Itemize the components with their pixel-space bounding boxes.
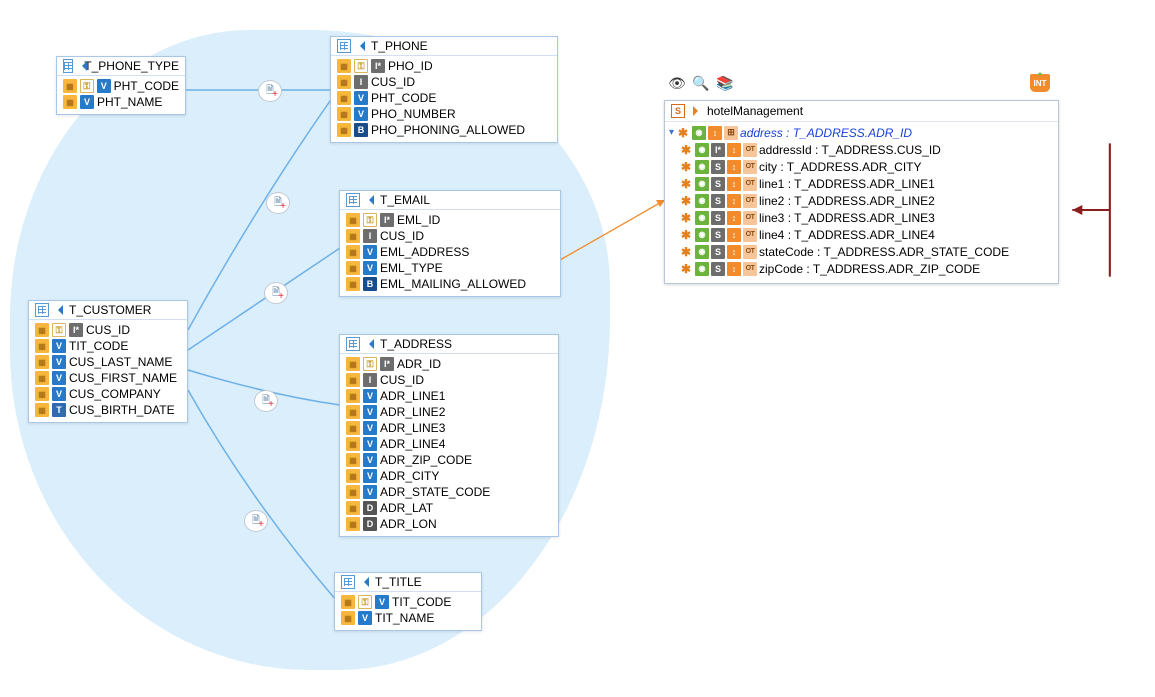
entity-columns: I*EML_ID ICUS_ID VEML_ADDRESS VEML_TYPE … [340,210,560,296]
panel-item[interactable]: Scity : T_ADDRESS.ADR_CITY [679,158,1054,175]
panel-root-label: address : T_ADDRESS.ADR_ID [740,126,912,140]
callout-arrow-icon [1064,130,1114,290]
table-icon [341,575,355,589]
panel-item[interactable]: SzipCode : T_ADDRESS.ADR_ZIP_CODE [679,260,1054,277]
table-icon [346,193,360,207]
entity-title: T_EMAIL [380,193,430,207]
panel-toolbar: 👁 🔍 📚 [668,74,734,92]
entity-t-title[interactable]: T_TITLE VTIT_CODE VTIT_NAME [334,572,482,631]
entity-title: T_CUSTOMER [69,303,151,317]
arrow-left-icon [355,41,367,51]
map-icon [708,126,722,140]
entity-title: T_PHONE_TYPE [84,59,179,73]
panel-item[interactable]: Sline4 : T_ADDRESS.ADR_LINE4 [679,226,1054,243]
panel-title: hotelManagement [707,104,803,118]
schema-icon [671,104,685,118]
entity-title: T_ADDRESS [380,337,452,351]
collapse-icon[interactable]: ▾ [669,127,674,138]
fk-join-icon [264,282,288,304]
eye-icon[interactable]: 👁 [668,74,686,92]
entity-title: T_PHONE [371,39,428,53]
search-icon[interactable]: 🔍 [692,74,710,92]
entity-t-email[interactable]: T_EMAIL I*EML_ID ICUS_ID VEML_ADDRESS VE… [339,190,561,297]
fk-join-icon [266,192,290,214]
entity-columns: VPHT_CODE VPHT_NAME [57,76,185,114]
entity-columns: I*PHO_ID ICUS_ID VPHT_CODE VPHO_NUMBER B… [331,56,557,142]
entity-t-phone[interactable]: T_PHONE I*PHO_ID ICUS_ID VPHT_CODE VPHO_… [330,36,558,143]
arrow-right-icon [689,106,703,116]
panel-item[interactable]: Sline2 : T_ADDRESS.ADR_LINE2 [679,192,1054,209]
type-icon [724,126,738,140]
panel-root-item[interactable]: ▾ address : T_ADDRESS.ADR_ID [669,124,1054,141]
table-icon [337,39,351,53]
fk-join-icon [254,390,278,412]
int-badge-icon[interactable]: INT [1030,74,1050,92]
entity-columns: I*CUS_ID VTIT_CODE VCUS_LAST_NAME VCUS_F… [29,320,187,422]
entity-t-phone-type[interactable]: T_PHONE_TYPE VPHT_CODE VPHT_NAME [56,56,186,115]
entity-t-customer[interactable]: T_CUSTOMER I*CUS_ID VTIT_CODE VCUS_LAST_… [28,300,188,423]
bean-icon [692,126,706,140]
fk-join-icon [258,80,282,102]
fk-join-icon [244,510,268,532]
entity-columns: VTIT_CODE VTIT_NAME [335,592,481,630]
panel-item[interactable]: Sline1 : T_ADDRESS.ADR_LINE1 [679,175,1054,192]
arrow-left-icon [77,61,80,71]
table-icon [346,337,360,351]
table-icon [35,303,49,317]
entity-t-address[interactable]: T_ADDRESS I*ADR_ID ICUS_ID VADR_LINE1 VA… [339,334,559,537]
panel-item[interactable]: SstateCode : T_ADDRESS.ADR_STATE_CODE [679,243,1054,260]
arrow-left-icon [53,305,65,315]
arrow-left-icon [364,339,376,349]
panel-item[interactable]: Sline3 : T_ADDRESS.ADR_LINE3 [679,209,1054,226]
entity-columns: I*ADR_ID ICUS_ID VADR_LINE1 VADR_LINE2 V… [340,354,558,536]
arrow-left-icon [364,195,376,205]
layers-icon[interactable]: 📚 [716,74,734,92]
entity-title: T_TITLE [375,575,422,589]
mapping-panel[interactable]: hotelManagement ▾ address : T_ADDRESS.AD… [664,100,1059,284]
table-icon [63,59,73,73]
arrow-left-icon [359,577,371,587]
panel-item[interactable]: I*addressId : T_ADDRESS.CUS_ID [679,141,1054,158]
required-icon [676,126,690,140]
